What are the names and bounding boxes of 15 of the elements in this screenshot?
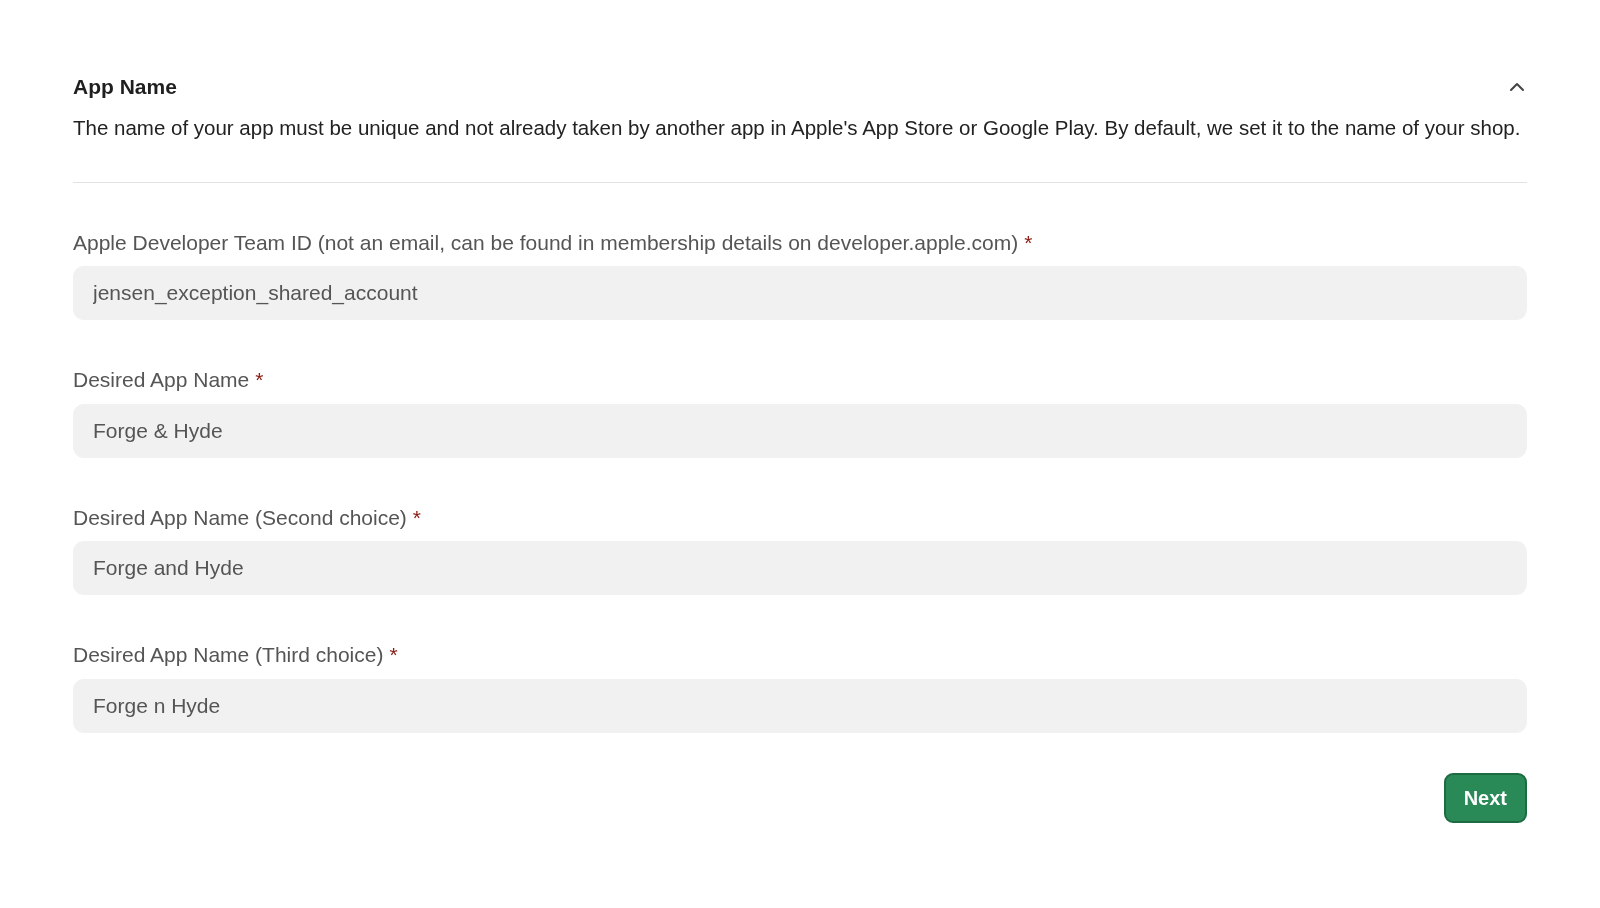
section-title: App Name	[73, 74, 177, 100]
input-field[interactable]: Forge & Hyde	[73, 403, 1527, 458]
field-label: Desired App Name (Second choice) *	[73, 504, 423, 531]
section-description: The name of your app must be unique and not already taken by another app in Apple's App Store or Google Play. By default, we set it to the name of your shop.	[73, 115, 1522, 142]
required-asterisk: *	[389, 643, 398, 667]
required-asterisk: *	[255, 368, 264, 392]
field-label: Desired App Name (Third choice) *	[73, 642, 399, 669]
required-asterisk: *	[1024, 230, 1033, 254]
input-field[interactable]: Forge and Hyde	[73, 541, 1527, 596]
input-field[interactable]: jensen_exception_shared_account	[73, 266, 1527, 321]
field-label: Apple Developer Team ID (not an email, can be found in membership details on developer.apple.com) *	[73, 229, 1034, 256]
input-field[interactable]: Forge n Hyde	[73, 678, 1527, 733]
required-asterisk: *	[412, 505, 422, 529]
field-label: Desired App Name *	[73, 367, 265, 394]
next-button[interactable]: Next	[1443, 772, 1527, 823]
